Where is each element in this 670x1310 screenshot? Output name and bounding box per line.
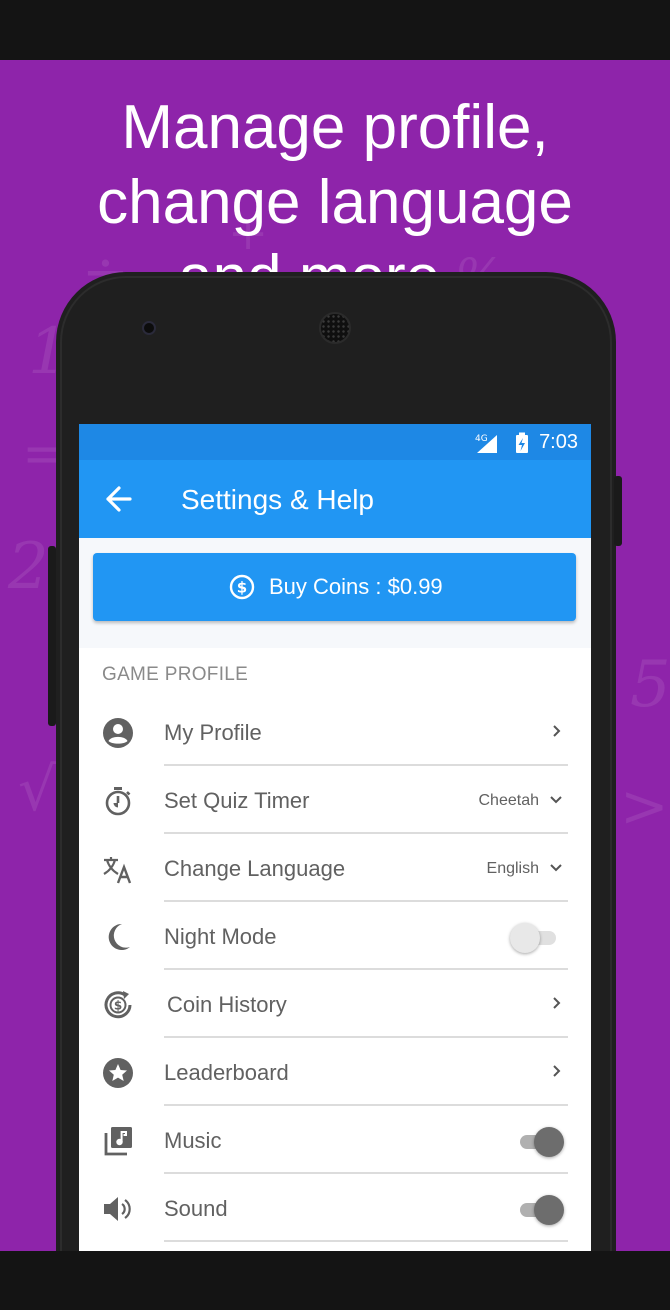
- settings-row-my-profile[interactable]: My Profile: [79, 698, 591, 766]
- settings-item-label: Sound: [164, 1196, 228, 1221]
- star-circle-icon: [103, 1058, 133, 1088]
- buy-coins-label: Buy Coins : $0.99: [269, 574, 443, 599]
- settings-item-label: Coin History: [167, 992, 287, 1017]
- sound-toggle[interactable]: [516, 1194, 564, 1225]
- settings-item-label: My Profile: [164, 720, 262, 745]
- settings-row-sound[interactable]: Sound: [79, 1174, 591, 1242]
- status-bar: 4G 7:03: [79, 424, 591, 460]
- phone-volume-button: [48, 546, 56, 726]
- headline-line-1: Manage profile,: [121, 93, 549, 162]
- settings-row-coin-history[interactable]: $ Coin History: [79, 970, 591, 1038]
- moon-icon: [108, 923, 130, 950]
- page-title: Settings & Help: [181, 484, 374, 515]
- settings-item-label: Leaderboard: [164, 1060, 289, 1085]
- phone-power-button: [614, 476, 622, 546]
- speaker-icon: [104, 1197, 131, 1221]
- settings-item-label: Music: [164, 1128, 222, 1153]
- top-black-bar: [0, 0, 670, 60]
- translate-icon: [103, 857, 132, 884]
- chevron-down-icon: [550, 796, 562, 804]
- arrow-back-icon[interactable]: [99, 482, 137, 516]
- network-type-label: 4G: [475, 434, 488, 444]
- settings-row-music[interactable]: Music: [79, 1106, 591, 1174]
- settings-item-label: Set Quiz Timer: [164, 788, 310, 813]
- settings-row-leaderboard[interactable]: Leaderboard: [79, 1038, 591, 1106]
- section-title-game-profile: GAME PROFILE: [102, 664, 249, 685]
- svg-text:$: $: [114, 999, 122, 1013]
- svg-text:$: $: [237, 579, 247, 597]
- buy-coins-button[interactable]: $ Buy Coins : $0.99: [93, 553, 576, 621]
- chevron-right-icon: [553, 997, 561, 1009]
- app-screen: 4G 7:03 Settings & Help $ Buy Coins : $0…: [79, 424, 591, 1251]
- headline-line-2: change language: [97, 168, 573, 237]
- earpiece-speaker: [319, 312, 351, 344]
- chevron-right-icon: [553, 725, 561, 737]
- settings-row-quiz-timer[interactable]: Set Quiz Timer Cheetah: [79, 766, 591, 834]
- dollar-circle-icon: $: [229, 574, 255, 600]
- coin-history-icon: $: [104, 991, 132, 1019]
- settings-item-label: Change Language: [164, 856, 346, 881]
- settings-row-night-mode[interactable]: Night Mode: [79, 902, 591, 970]
- night-mode-toggle[interactable]: [510, 922, 564, 953]
- bottom-black-bar: [0, 1251, 670, 1310]
- app-toolbar: Settings & Help: [79, 460, 591, 538]
- settings-item-label: Night Mode: [164, 924, 277, 949]
- status-time: 7:03: [539, 431, 578, 453]
- front-camera: [142, 321, 156, 335]
- stopwatch-icon: [105, 787, 131, 816]
- account-circle-icon: [103, 718, 133, 748]
- settings-row-change-language[interactable]: Change Language English: [79, 834, 591, 902]
- language-value: English: [486, 860, 539, 877]
- chevron-down-icon: [550, 864, 562, 872]
- music-library-icon: [104, 1127, 132, 1156]
- signal-battery-icon: 4G: [475, 432, 528, 453]
- music-toggle[interactable]: [516, 1126, 564, 1157]
- chevron-right-icon: [553, 1065, 561, 1077]
- buy-coins-section: $ Buy Coins : $0.99: [79, 538, 591, 648]
- row-divider: [164, 1240, 568, 1242]
- quiz-timer-value: Cheetah: [478, 792, 540, 809]
